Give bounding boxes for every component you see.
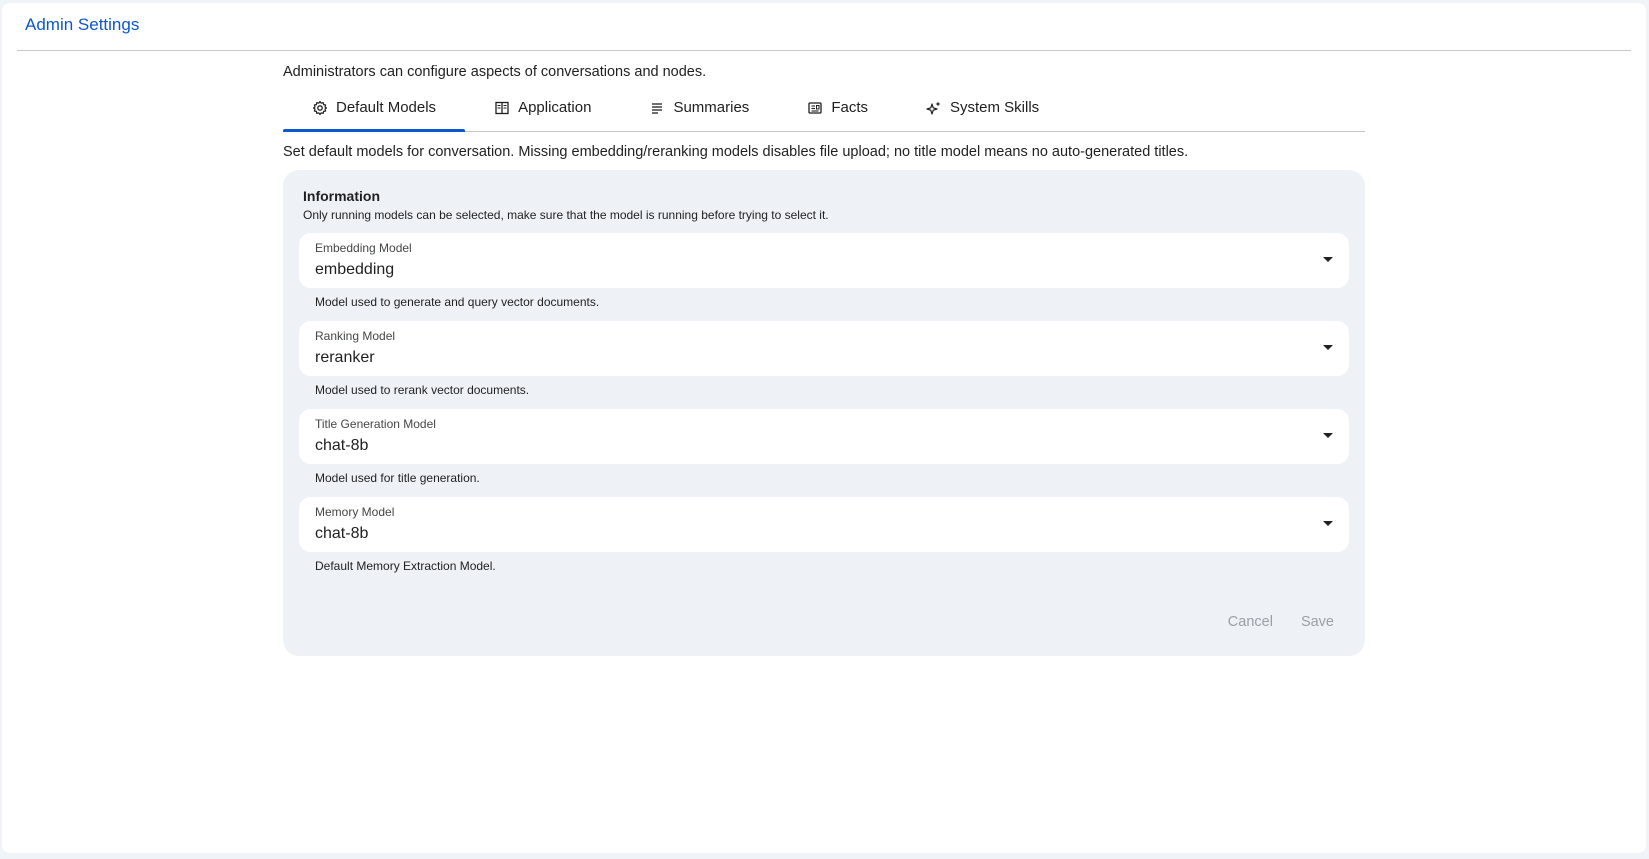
memory-model-field: Memory Model chat-8b Default Memory Extr…	[299, 497, 1349, 574]
select-value: chat-8b	[315, 437, 369, 454]
helper-text: Model used to generate and query vector …	[315, 295, 600, 309]
tab-facts[interactable]: Facts	[778, 84, 897, 131]
main-content: Administrators can configure aspects of …	[283, 61, 1365, 656]
tab-label: Summaries	[673, 99, 750, 116]
select-label: Memory Model	[315, 505, 395, 519]
helper-text: Model used for title generation.	[315, 471, 480, 485]
tab-default-models[interactable]: Default Models	[283, 84, 466, 132]
tab-label: Default Models	[336, 99, 437, 116]
tab-application[interactable]: Application	[465, 84, 620, 131]
helper-text: Default Memory Extraction Model.	[315, 559, 496, 573]
select-value: embedding	[315, 261, 395, 278]
chevron-down-icon	[1323, 433, 1333, 438]
cancel-button[interactable]: Cancel	[1228, 614, 1273, 630]
chevron-down-icon	[1323, 257, 1333, 262]
form-actions: Cancel Save	[1228, 614, 1334, 630]
embedding-model-select[interactable]: Embedding Model embedding	[299, 233, 1349, 288]
ranking-model-select[interactable]: Ranking Model reranker	[299, 321, 1349, 376]
tab-summaries[interactable]: Summaries	[620, 84, 778, 131]
helper-text: Model used to rerank vector documents.	[315, 383, 530, 397]
sparkles-icon	[926, 100, 942, 116]
page-title[interactable]: Admin Settings	[25, 15, 139, 35]
tab-label: Facts	[831, 99, 868, 116]
tab-label: Application	[518, 99, 592, 116]
columns-icon	[494, 100, 510, 116]
memory-model-select[interactable]: Memory Model chat-8b	[299, 497, 1349, 552]
list-lines-icon	[649, 100, 665, 116]
ranking-model-field: Ranking Model reranker Model used to rer…	[299, 321, 1349, 398]
info-title: Information	[303, 188, 380, 204]
intro-text: Administrators can configure aspects of …	[283, 64, 707, 80]
select-label: Ranking Model	[315, 329, 396, 343]
header: Admin Settings	[17, 3, 1631, 51]
default-models-panel: Information Only running models can be s…	[283, 170, 1365, 656]
select-value: reranker	[315, 349, 375, 366]
gear-icon	[312, 100, 328, 116]
select-value: chat-8b	[315, 525, 369, 542]
select-label: Embedding Model	[315, 241, 412, 255]
info-text: Only running models can be selected, mak…	[303, 208, 829, 222]
embedding-model-field: Embedding Model embedding Model used to …	[299, 233, 1349, 310]
select-label: Title Generation Model	[315, 417, 436, 431]
tab-bar: Default Models Application Summaries Fac…	[283, 84, 1365, 132]
fact-card-icon	[807, 100, 823, 116]
tab-system-skills[interactable]: System Skills	[897, 84, 1068, 131]
tab-description: Set default models for conversation. Mis…	[283, 144, 1189, 160]
title-generation-model-select[interactable]: Title Generation Model chat-8b	[299, 409, 1349, 464]
admin-settings-window: Admin Settings Administrators can config…	[2, 3, 1646, 853]
save-button[interactable]: Save	[1301, 614, 1334, 630]
tab-label: System Skills	[950, 99, 1040, 116]
chevron-down-icon	[1323, 345, 1333, 350]
title-generation-model-field: Title Generation Model chat-8b Model use…	[299, 409, 1349, 486]
chevron-down-icon	[1323, 521, 1333, 526]
